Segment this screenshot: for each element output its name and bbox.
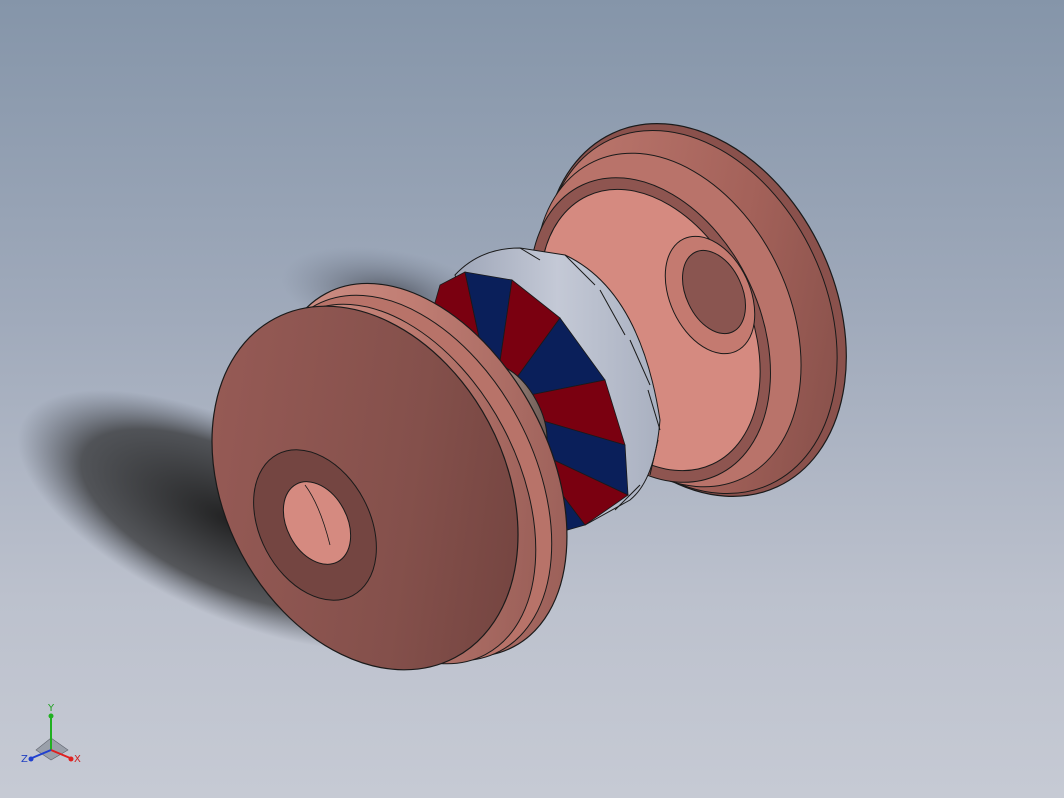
x-axis-label: X — [74, 754, 81, 765]
model-view[interactable] — [0, 0, 1064, 798]
orientation-triad[interactable]: Y X Z — [18, 700, 88, 780]
graphics-viewport[interactable]: Y X Z — [0, 0, 1064, 798]
z-axis-label: Z — [21, 754, 28, 765]
y-axis-label: Y — [47, 703, 55, 714]
